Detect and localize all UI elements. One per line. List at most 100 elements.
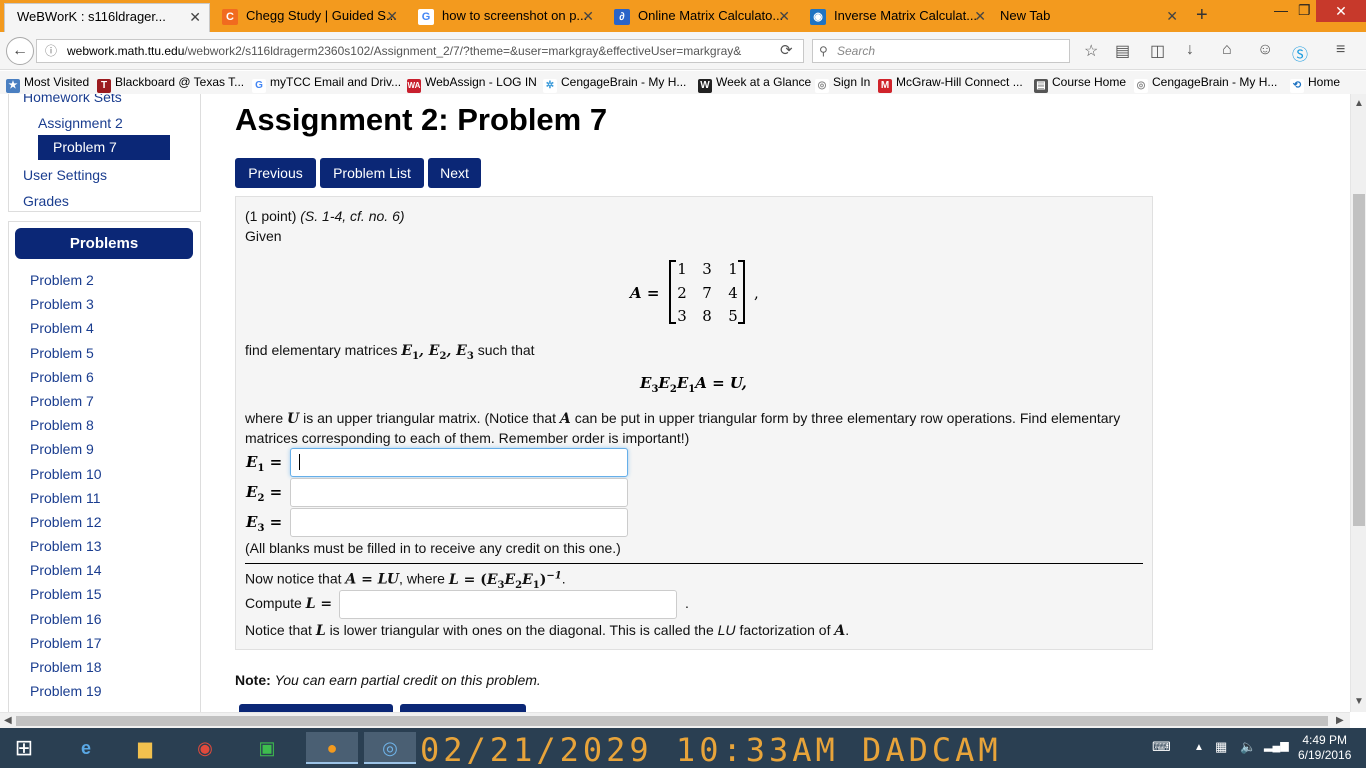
chrome-icon[interactable]: ◉ [182, 732, 228, 764]
scroll-up-icon[interactable]: ▲ [1354, 98, 1364, 109]
store-icon[interactable]: ▣ [244, 732, 290, 764]
bookmark-most-visited[interactable]: ★ Most Visited [6, 75, 89, 93]
scroll-left-icon[interactable]: ◀ [4, 715, 12, 726]
problem-link[interactable]: Problem 11 [30, 490, 102, 514]
clock-date: 6/19/2016 [1298, 748, 1352, 762]
bookmark-star-icon[interactable]: ☆ [1084, 41, 1098, 61]
menu-icon[interactable]: ≡ [1336, 41, 1345, 59]
problem-link[interactable]: Problem 10 [30, 466, 102, 490]
bookmark-mytcc[interactable]: GmyTCC Email and Driv... [252, 75, 401, 93]
bookmark-webassign[interactable]: WA WebAssign - LOG IN [407, 75, 537, 93]
preview-button-partial[interactable] [400, 704, 526, 712]
problem-link[interactable]: Problem 18 [30, 659, 102, 683]
system-clock[interactable]: 4:49 PM 6/19/2016 [1298, 733, 1351, 763]
horizontal-scrollbar[interactable]: ◀ ▶ [0, 712, 1350, 728]
problem-list-button[interactable]: Problem List [320, 158, 424, 188]
horizontal-scroll-thumb[interactable] [16, 716, 1328, 726]
close-tab-icon[interactable]: ✕ [386, 8, 398, 25]
problem-link[interactable]: Problem 13 [30, 538, 102, 562]
signal-icon[interactable]: ▂▄▆ [1264, 739, 1289, 752]
tab-chegg[interactable]: C Chegg Study | Guided S... ✕ [210, 3, 406, 32]
bookmark-week-at-a-glance[interactable]: W Week at a Glance [698, 75, 811, 93]
search-input[interactable]: ⚲ Search [812, 39, 1070, 63]
pocket-icon[interactable]: ◫ [1150, 41, 1165, 61]
download-icon[interactable]: ↓ [1186, 41, 1194, 59]
bookmark-course-home[interactable]: ▤ Course Home [1034, 75, 1126, 93]
bookmark-mcgraw-hill[interactable]: M McGraw-Hill Connect ... [878, 75, 1023, 93]
bookmark-cengage-1[interactable]: ✲ CengageBrain - My H... [543, 75, 686, 93]
restore-icon[interactable]: ❐ [1298, 2, 1311, 19]
problem-link[interactable]: Problem 3 [30, 296, 102, 320]
internet-explorer-icon[interactable]: e [60, 732, 112, 764]
back-arrow-icon[interactable]: ← [6, 37, 34, 65]
problems-heading: Problems [15, 228, 193, 259]
problem-link[interactable]: Problem 9 [30, 441, 102, 465]
close-tab-icon[interactable]: ✕ [189, 9, 201, 26]
skype-icon[interactable]: Ⓢ [1292, 41, 1308, 65]
home-icon[interactable]: ⌂ [1222, 41, 1232, 59]
start-windows-icon[interactable]: ⊞ [0, 732, 48, 764]
problem-link[interactable]: Problem 12 [30, 514, 102, 538]
tray-expand-icon[interactable]: ▲ [1194, 742, 1204, 753]
bookmark-cengage-2[interactable]: ◎ CengageBrain - My H... [1134, 75, 1277, 93]
grades-link[interactable]: Grades [23, 193, 69, 209]
homework-sets-link[interactable]: Homework Sets [23, 94, 122, 105]
minimize-icon[interactable]: — [1274, 2, 1288, 18]
close-tab-icon[interactable]: ✕ [974, 8, 986, 25]
find-text: find elementary matrices E1, E2, E3 such… [245, 342, 535, 362]
close-tab-icon[interactable]: ✕ [582, 8, 594, 25]
problem-link[interactable]: Problem 4 [30, 320, 102, 344]
firefox-icon[interactable]: ● [306, 732, 358, 764]
previous-button[interactable]: Previous [235, 158, 316, 188]
next-button[interactable]: Next [428, 158, 481, 188]
tab-google[interactable]: G how to screenshot on p... ✕ [406, 3, 602, 32]
problem-link[interactable]: Problem 7 [30, 393, 102, 417]
e1-answer-input[interactable] [290, 448, 628, 477]
new-tab-plus-icon[interactable]: + [1196, 4, 1208, 27]
app-circle-icon[interactable]: ◎ [364, 732, 416, 764]
volume-icon[interactable]: 🔈 [1240, 739, 1256, 755]
problem-link[interactable]: Problem 16 [30, 611, 102, 635]
network-icon[interactable]: ▦ [1215, 739, 1227, 755]
assignment-link[interactable]: Assignment 2 [38, 115, 123, 131]
problem-link[interactable]: Problem 2 [30, 272, 102, 296]
problem-link[interactable]: Problem 6 [30, 369, 102, 393]
problem-link[interactable]: Problem 19 [30, 683, 102, 707]
hello-chat-icon[interactable]: ☺ [1257, 41, 1273, 59]
problem-link[interactable]: Problem 17 [30, 635, 102, 659]
problem-link[interactable]: Problem 8 [30, 417, 102, 441]
close-tab-icon[interactable]: ✕ [1166, 8, 1178, 25]
keyboard-icon[interactable]: ⌨ [1152, 739, 1171, 755]
bookmark-sign-in[interactable]: ◎ Sign In [815, 75, 870, 93]
vertical-scrollbar[interactable]: ▲ ▼ [1350, 94, 1366, 712]
file-explorer-icon[interactable]: ▆ [122, 732, 168, 764]
a-math: A [834, 623, 846, 639]
address-bar[interactable]: ⓘ webwork.math.ttu.edu/webwork2/s116ldra… [36, 39, 804, 63]
vertical-scroll-thumb[interactable] [1353, 194, 1365, 526]
problem-link[interactable]: Problem 15 [30, 586, 102, 610]
where-text: where U is an upper triangular matrix. (… [245, 410, 1120, 427]
reading-list-icon[interactable]: ▤ [1115, 41, 1130, 61]
tab-new-tab[interactable]: New Tab ✕ [994, 3, 1186, 32]
problem-link[interactable]: Problem 5 [30, 345, 102, 369]
e3-answer-input[interactable] [290, 508, 628, 537]
tab-inverse-matrix[interactable]: ◉ Inverse Matrix Calculat... ✕ [798, 3, 994, 32]
tab-matrix-calculator[interactable]: ∂ Online Matrix Calculato... ✕ [602, 3, 798, 32]
reload-icon[interactable]: ⟳ [780, 41, 793, 59]
bookmark-home[interactable]: ⟲ Home [1290, 75, 1340, 93]
scroll-down-icon[interactable]: ▼ [1354, 696, 1364, 707]
submit-button-partial[interactable] [239, 704, 393, 712]
e2-answer-input[interactable] [290, 478, 628, 507]
window-close-icon[interactable]: ✕ [1316, 0, 1366, 22]
site-info-icon[interactable]: ⓘ [45, 40, 57, 62]
tab-webwork[interactable]: WeBWorK : s116ldrager... ✕ [4, 3, 210, 32]
u-math: U [287, 411, 300, 427]
l-answer-input[interactable] [339, 590, 677, 619]
scroll-right-icon[interactable]: ▶ [1336, 715, 1344, 726]
active-problem-link[interactable]: Problem 7 [38, 135, 170, 160]
close-tab-icon[interactable]: ✕ [778, 8, 790, 25]
final-notice-text: Notice that L is lower triangular with o… [245, 622, 850, 639]
user-settings-link[interactable]: User Settings [23, 167, 107, 183]
bookmark-blackboard[interactable]: T Blackboard @ Texas T... [97, 75, 244, 93]
problem-link[interactable]: Problem 14 [30, 562, 102, 586]
